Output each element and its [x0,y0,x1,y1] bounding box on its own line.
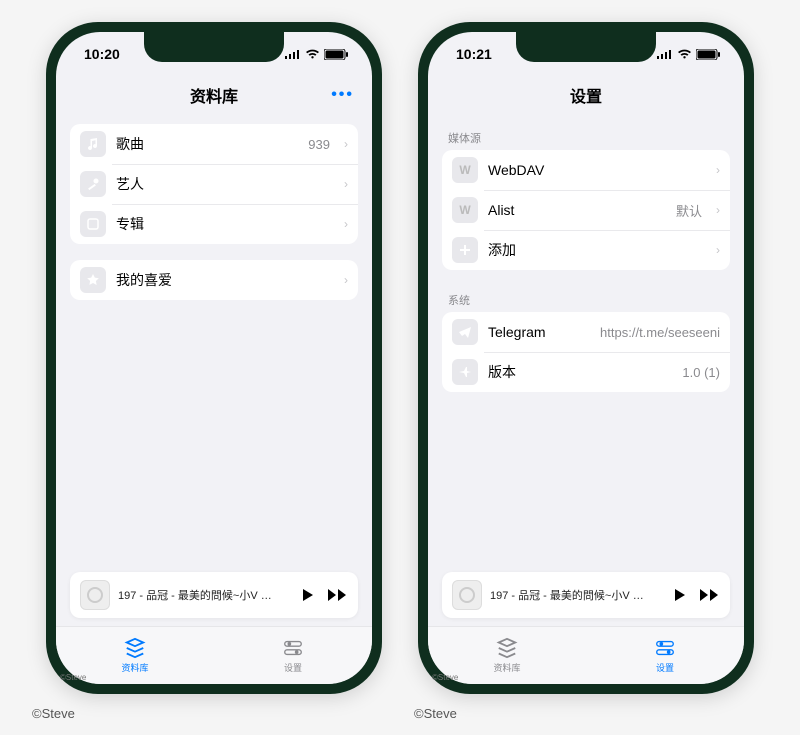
row-label: 专辑 [116,214,330,234]
page-title: 资料库 [190,83,238,107]
favorites-list: 我的喜爱 › [70,260,358,300]
phone-settings: 10:21 设置 媒体源 W WebDAV › [418,22,754,694]
tab-library[interactable]: 资料库 [428,627,586,684]
plus-icon [452,237,478,263]
row-label: 艺人 [116,174,330,194]
content-area: 媒体源 W WebDAV › W Alist 默认 › [428,114,744,572]
now-playing-title: 197 - 品冠 - 最美的問候~小V … [118,587,288,603]
row-detail: 默认 [676,201,702,220]
star-icon [80,267,106,293]
device-notch [144,32,284,62]
row-detail: 1.0 (1) [682,365,720,380]
row-label: 歌曲 [116,134,298,154]
settings-icon [654,637,676,659]
microphone-icon [80,171,106,197]
play-button[interactable] [296,584,318,606]
page-title: 设置 [570,83,602,107]
settings-icon [282,637,304,659]
music-note-icon [80,131,106,157]
row-alist[interactable]: W Alist 默认 › [442,190,730,230]
row-artists[interactable]: 艺人 › [70,164,358,204]
battery-icon [324,49,348,60]
chevron-right-icon: › [716,243,720,257]
row-webdav[interactable]: W WebDAV › [442,150,730,190]
forward-button[interactable] [326,584,348,606]
play-button[interactable] [668,584,690,606]
album-art-icon [80,580,110,610]
chevron-right-icon: › [716,203,720,217]
battery-icon [696,49,720,60]
tab-settings[interactable]: 设置 [214,627,372,684]
row-add-source[interactable]: 添加 › [442,230,730,270]
nav-bar: 设置 [428,76,744,114]
row-songs[interactable]: 歌曲 939 › [70,124,358,164]
row-favorites[interactable]: 我的喜爱 › [70,260,358,300]
row-label: 添加 [488,240,702,260]
credit-text: ©Steve [32,706,75,721]
device-notch [516,32,656,62]
tab-label: 资料库 [121,661,148,674]
row-label: WebDAV [488,162,702,178]
chevron-right-icon: › [716,163,720,177]
media-source-list: W WebDAV › W Alist 默认 › 添加 › [442,150,730,270]
nav-bar: 资料库 ••• [56,76,372,114]
more-button[interactable]: ••• [331,86,354,104]
chevron-right-icon: › [344,137,348,151]
forward-button[interactable] [698,584,720,606]
tab-bar: 资料库 设置 [56,626,372,684]
library-icon [124,637,146,659]
chevron-right-icon: › [344,217,348,231]
row-telegram[interactable]: Telegram https://t.me/seeseeni [442,312,730,352]
plane-icon [452,359,478,385]
album-icon [80,211,106,237]
row-albums[interactable]: 专辑 › [70,204,358,244]
tab-label: 资料库 [493,661,520,674]
tab-label: 设置 [656,661,674,674]
cellular-signal-icon [285,49,301,59]
row-label: 我的喜爱 [116,270,330,290]
cellular-signal-icon [657,49,673,59]
status-time: 10:21 [456,46,492,62]
wifi-icon [677,49,692,60]
section-header-system: 系统 [442,286,730,312]
chevron-right-icon: › [344,273,348,287]
w-icon: W [452,157,478,183]
chevron-right-icon: › [344,177,348,191]
row-detail: https://t.me/seeseeni [600,325,720,340]
now-playing-bar[interactable]: 197 - 品冠 - 最美的問候~小V … [70,572,358,618]
tab-bar: 资料库 设置 [428,626,744,684]
section-header-media: 媒体源 [442,124,730,150]
row-detail: 939 [308,137,330,152]
phone-library: 10:20 资料库 ••• 歌曲 939 › [46,22,382,694]
telegram-icon [452,319,478,345]
row-version: 版本 1.0 (1) [442,352,730,392]
system-list: Telegram https://t.me/seeseeni 版本 1.0 (1… [442,312,730,392]
tab-library[interactable]: 资料库 [56,627,214,684]
tab-label: 设置 [284,661,302,674]
album-art-icon [452,580,482,610]
now-playing-title: 197 - 品冠 - 最美的問候~小V … [490,587,660,603]
now-playing-bar[interactable]: 197 - 品冠 - 最美的問候~小V … [442,572,730,618]
w-icon: W [452,197,478,223]
row-label: 版本 [488,362,672,382]
library-list: 歌曲 939 › 艺人 › 专辑 › [70,124,358,244]
wifi-icon [305,49,320,60]
row-label: Telegram [488,324,590,340]
library-icon [496,637,518,659]
row-label: Alist [488,202,666,218]
status-time: 10:20 [84,46,120,62]
credit-text: ©Steve [414,706,457,721]
tab-settings[interactable]: 设置 [586,627,744,684]
content-area: 歌曲 939 › 艺人 › 专辑 › [56,114,372,572]
